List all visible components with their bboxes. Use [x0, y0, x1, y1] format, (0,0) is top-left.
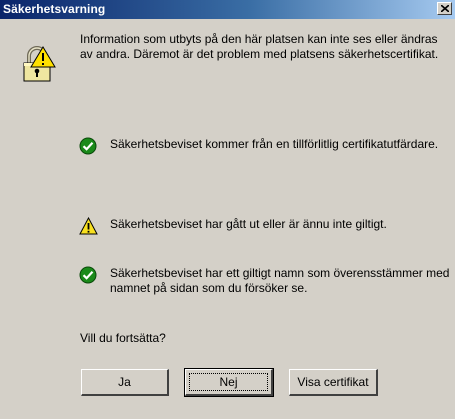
check-icon [79, 266, 97, 284]
status-item-validity: Säkerhetsbeviset har gått ut eller är än… [110, 217, 387, 231]
view-certificate-button[interactable]: Visa certifikat [289, 369, 378, 396]
warning-icon [79, 217, 98, 235]
yes-button[interactable]: Ja [81, 369, 169, 396]
check-icon [79, 137, 97, 155]
no-button[interactable]: Nej [184, 368, 274, 397]
status-item-issuer: Säkerhetsbeviset kommer från en tillförl… [110, 137, 439, 151]
intro-text: Information som utbyts på den här platse… [80, 32, 439, 61]
continue-question: Vill du fortsätta? [80, 331, 166, 345]
lock-warning-icon [23, 46, 56, 82]
title-bar[interactable]: Säkerhetsvarning [0, 0, 455, 19]
focus-ring [189, 373, 268, 391]
window-title: Säkerhetsvarning [3, 2, 106, 16]
close-button[interactable] [437, 2, 452, 15]
close-icon [441, 5, 449, 12]
status-item-name-match: Säkerhetsbeviset har ett giltigt namn so… [110, 266, 450, 295]
